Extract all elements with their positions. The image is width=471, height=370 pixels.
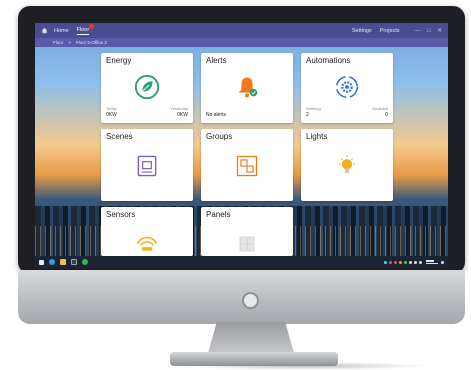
card-groups[interactable]: Groups xyxy=(201,129,293,201)
minimize-icon[interactable]: — xyxy=(415,28,421,34)
tray-icon[interactable] xyxy=(404,260,407,264)
card-title: Automations xyxy=(306,56,351,65)
card-title: Energy xyxy=(106,56,132,65)
tray-icon[interactable] xyxy=(394,260,397,264)
panels-icon xyxy=(239,236,255,252)
tray-icon[interactable] xyxy=(419,260,422,264)
card-title: Alerts xyxy=(206,56,227,65)
card-scenes[interactable]: Scenes xyxy=(101,129,193,201)
tray-icon[interactable] xyxy=(399,260,402,264)
breadcrumb-root[interactable]: Floor xyxy=(53,40,63,45)
app-titlebar: Home Floor Settings Projects — □ ✕ xyxy=(35,23,448,38)
monitor-stand-base xyxy=(170,352,338,366)
card-title: Scenes xyxy=(106,132,133,141)
notification-badge xyxy=(89,23,95,29)
breadcrumb: Floor > Floor 5-Office 2 xyxy=(35,38,448,47)
maximize-icon[interactable]: □ xyxy=(427,28,430,34)
today-label: Today xyxy=(106,106,117,111)
tray-icon[interactable] xyxy=(414,260,417,264)
home-icon[interactable] xyxy=(41,27,48,34)
groups-icon xyxy=(236,155,258,177)
power-button[interactable] xyxy=(242,292,259,309)
tray-icon[interactable] xyxy=(389,260,392,264)
os-taskbar xyxy=(35,256,448,268)
yesterday-label: Yesterday xyxy=(170,106,188,111)
working-value: 2 xyxy=(306,112,309,118)
card-title: Lights xyxy=(306,132,328,141)
card-lights[interactable]: Lights xyxy=(301,129,393,201)
card-panels[interactable]: Panels xyxy=(201,207,293,256)
screen: Home Floor Settings Projects — □ ✕ Floor… xyxy=(35,23,448,268)
taskbar-clock[interactable] xyxy=(426,260,438,264)
folder-icon[interactable] xyxy=(60,259,66,265)
card-energy[interactable]: Energy Today 0KW Yesterday 0KW xyxy=(101,53,193,123)
automation-gear-icon xyxy=(335,75,359,99)
today-value: 0KW xyxy=(106,112,117,118)
nav-settings[interactable]: Settings xyxy=(352,28,372,34)
card-title: Sensors xyxy=(106,210,136,219)
breadcrumb-separator: > xyxy=(68,40,71,45)
card-automations[interactable]: Automations Working 2 Disabled 0 xyxy=(301,53,393,123)
nav-home[interactable]: Home xyxy=(54,28,69,34)
notification-center-icon[interactable] xyxy=(441,260,444,264)
start-icon[interactable] xyxy=(39,259,44,265)
system-tray xyxy=(382,260,444,264)
card-alerts[interactable]: Alerts No alerts xyxy=(201,53,293,123)
alerts-status: No alerts xyxy=(206,112,227,118)
nav-projects[interactable]: Projects xyxy=(380,28,400,34)
nav-floor[interactable]: Floor xyxy=(76,23,95,35)
working-label: Working xyxy=(306,106,321,111)
terminal-icon[interactable] xyxy=(71,259,77,265)
chat-app-icon[interactable] xyxy=(82,259,88,265)
yesterday-value: 0KW xyxy=(177,112,188,118)
sensor-wifi-icon xyxy=(136,236,158,251)
leaf-icon xyxy=(134,74,160,100)
monitor-scene: Home Floor Settings Projects — □ ✕ Floor… xyxy=(0,0,471,370)
card-title: Groups xyxy=(206,132,233,141)
nav-floor-label: Floor xyxy=(76,26,90,33)
breadcrumb-current: Floor 5-Office 2 xyxy=(75,40,107,45)
bell-icon xyxy=(238,77,258,98)
tray-icon[interactable] xyxy=(384,260,387,264)
tray-icon[interactable] xyxy=(409,260,412,264)
disabled-value: 0 xyxy=(385,112,388,118)
close-icon[interactable]: ✕ xyxy=(437,28,442,34)
lightbulb-icon xyxy=(339,155,355,173)
disabled-label: Disabled xyxy=(372,106,388,111)
browser-icon[interactable] xyxy=(49,259,55,265)
card-title: Panels xyxy=(206,210,231,219)
card-sensors[interactable]: Sensors xyxy=(101,207,193,256)
scenes-icon xyxy=(137,155,157,177)
